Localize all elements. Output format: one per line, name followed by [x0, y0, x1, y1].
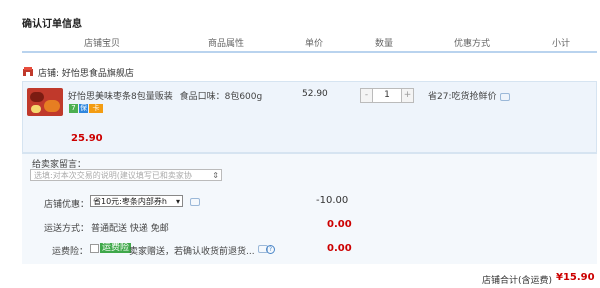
col-header-qty: 数量: [375, 39, 394, 49]
header-divider: [22, 51, 597, 53]
item-subtotal: 25.90: [71, 133, 103, 144]
caret-down-icon: ▾: [175, 197, 180, 206]
shop-name-line: 店铺: 好怡思食品旗舰店: [38, 66, 134, 79]
insurance-label: 运费险：: [52, 247, 89, 257]
insurance-checkbox[interactable]: [90, 244, 99, 253]
col-header-price: 单价: [305, 39, 324, 49]
quantity-increase-button[interactable]: +: [402, 89, 413, 102]
promo-label: 店铺优惠：: [44, 200, 90, 210]
discount-info: 省27:吃货抢鲜价: [428, 89, 510, 102]
insurance-badge: 运费险: [100, 243, 132, 253]
chevron-down-icon: ⇕: [212, 171, 219, 180]
help-icon[interactable]: ?: [266, 245, 275, 254]
col-header-attr: 商品属性: [208, 39, 245, 49]
discount-text: 省27:吃货抢鲜价: [428, 92, 497, 102]
credit-card-icon[interactable]: 卡: [89, 104, 103, 113]
chat-icon[interactable]: [499, 92, 510, 101]
page-title: 确认订单信息: [22, 19, 82, 30]
shipping-method: 普通配送 快递 免邮: [91, 224, 169, 234]
product-info: 好怡思美味枣条8包量贩装 食品口味：8包600g: [68, 89, 262, 102]
unit-price: 52.90: [302, 89, 328, 99]
promo-chat-icon[interactable]: [190, 198, 200, 206]
guarantee-icon[interactable]: 保: [79, 104, 88, 113]
product-name-link[interactable]: 好怡思美味枣条8包量贩装: [68, 92, 173, 102]
total-label: 店铺合计(含运费): [482, 276, 553, 286]
promo-select[interactable]: 省10元:枣条内部券h ▾: [90, 195, 183, 207]
insurance-desc: 卖家赠送，若确认收货前退货...: [129, 247, 255, 257]
promo-selected-value: 省10元:枣条内部券h: [93, 197, 167, 206]
product-attr: 食品口味：8包600g: [179, 92, 263, 102]
quantity-decrease-button[interactable]: -: [361, 89, 372, 102]
col-header-item: 店铺宝贝: [84, 39, 121, 49]
message-placeholder: 选填:对本次交易的说明(建议填写已和卖家协: [34, 171, 192, 180]
message-input[interactable]: 选填:对本次交易的说明(建议填写已和卖家协 ⇕: [30, 169, 222, 181]
shop-name-link[interactable]: 好怡思食品旗舰店: [62, 69, 134, 79]
shipping-label: 运送方式：: [44, 224, 90, 234]
total-amount: ¥15.90: [556, 272, 595, 283]
quantity-input[interactable]: 1: [372, 89, 402, 102]
product-thumbnail[interactable]: [27, 88, 63, 116]
quantity-stepper: - 1 +: [360, 88, 414, 103]
shop-icon: [23, 67, 33, 76]
insurance-amount: 0.00: [327, 243, 352, 254]
col-header-subtotal: 小计: [552, 39, 571, 49]
col-header-discount: 优惠方式: [454, 39, 491, 49]
promo-amount: -10.00: [316, 195, 349, 206]
shipping-amount: 0.00: [327, 219, 352, 230]
shop-label: 店铺:: [38, 69, 60, 79]
seven-day-return-icon[interactable]: 7: [69, 104, 78, 113]
